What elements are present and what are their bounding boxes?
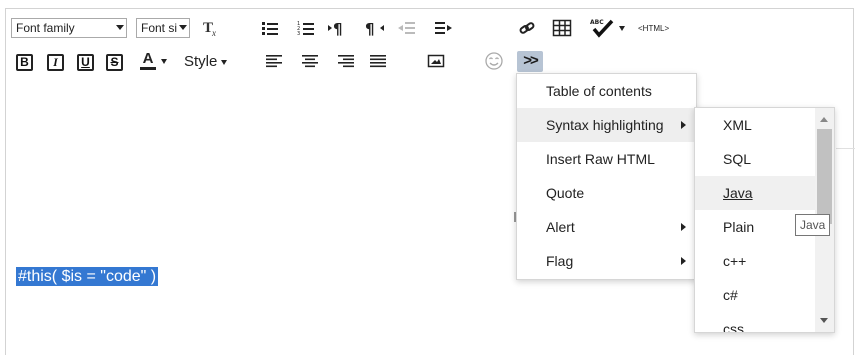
rtl-paragraph-icon: ¶ (365, 20, 384, 37)
language-item-csharp[interactable]: c# (695, 278, 815, 312)
font-family-value: Font family (16, 21, 75, 35)
chevron-down-icon (221, 59, 228, 65)
rtl-direction-button[interactable]: ¶ (363, 16, 387, 40)
chevron-down-icon (116, 25, 124, 30)
clear-formatting-button[interactable]: T x (199, 16, 223, 40)
align-left-button[interactable] (262, 49, 286, 73)
table-button[interactable] (550, 16, 574, 40)
divider (836, 148, 855, 149)
ltr-direction-button[interactable]: ¶ (326, 16, 350, 40)
language-item-java[interactable]: Java (695, 176, 815, 210)
smiley-icon (485, 52, 503, 70)
numbered-list-button[interactable]: 1 2 3 (294, 16, 318, 40)
outdent-button[interactable] (395, 16, 419, 40)
insert-image-button[interactable] (424, 49, 448, 73)
scroll-down-icon[interactable] (820, 318, 828, 323)
align-center-button[interactable] (298, 49, 322, 73)
align-center-icon (302, 55, 318, 68)
spellcheck-icon: ABC (590, 19, 614, 38)
toolbar-row-1: Font family Font si T x 1 2 3 ¶ ¶ ABC <H… (6, 14, 853, 42)
underline-button[interactable]: U (77, 54, 94, 71)
scroll-up-icon[interactable] (820, 117, 828, 122)
table-icon (552, 19, 572, 37)
numbered-list-icon: 1 2 3 (297, 21, 314, 37)
chevron-right-icon (681, 121, 686, 129)
spellcheck-dropdown-button[interactable] (616, 16, 628, 40)
link-button[interactable] (515, 16, 539, 40)
chevron-down-icon (619, 20, 625, 37)
selected-text[interactable]: #this( $is = "code" ) (16, 267, 159, 286)
menu-item-label: Alert (546, 219, 575, 235)
ltr-paragraph-icon: ¶ (328, 20, 343, 37)
svg-text:¶: ¶ (333, 20, 343, 37)
language-item-cpp[interactable]: c++ (695, 244, 815, 278)
menu-item-flag[interactable]: Flag (517, 244, 696, 278)
chevron-down-icon (179, 25, 187, 30)
menu-item-label: Syntax highlighting (546, 117, 664, 133)
indent-icon (435, 22, 452, 34)
italic-button[interactable]: I (47, 54, 64, 71)
menu-item-label: Table of contents (546, 83, 652, 99)
style-dropdown[interactable]: Style (184, 53, 228, 70)
align-left-icon (266, 55, 282, 68)
menu-item-alert[interactable]: Alert (517, 210, 696, 244)
font-color-icon: A (142, 50, 154, 67)
align-right-button[interactable] (334, 49, 358, 73)
font-color-dropdown-button[interactable] (159, 49, 169, 73)
svg-text:ABC: ABC (590, 19, 604, 26)
strikethrough-button[interactable]: S (106, 54, 123, 71)
tooltip: Java (795, 214, 831, 236)
svg-text:x: x (211, 28, 216, 38)
indent-button[interactable] (431, 16, 455, 40)
svg-text:3: 3 (297, 31, 300, 37)
emoji-button[interactable] (482, 49, 506, 73)
chevron-down-icon (161, 58, 167, 64)
spellcheck-button[interactable]: ABC (587, 16, 617, 40)
more-tools-button[interactable]: >> (517, 51, 543, 72)
bulleted-list-icon (262, 22, 278, 35)
bold-button[interactable]: B (16, 54, 33, 71)
menu-item-syntax-highlighting[interactable]: Syntax highlighting (517, 108, 696, 142)
chevron-right-icon (681, 257, 686, 265)
chevron-right-icon (681, 223, 686, 231)
menu-item-insert-raw-html[interactable]: Insert Raw HTML (517, 142, 696, 176)
more-tools-menu: Table of contents Syntax highlighting In… (516, 73, 697, 280)
clear-formatting-icon: T x (203, 20, 216, 38)
font-color-button[interactable]: A (137, 49, 159, 73)
scroll-thumb[interactable] (817, 129, 832, 224)
font-size-value: Font si (141, 21, 178, 35)
menu-item-table-of-contents[interactable]: Table of contents (517, 74, 696, 108)
toolbar-row-2: B I U S A Style >> (6, 47, 853, 75)
svg-text:¶: ¶ (365, 20, 375, 37)
link-icon (519, 22, 535, 34)
font-color-swatch (140, 67, 156, 70)
justify-icon (370, 55, 386, 68)
outdent-icon (398, 22, 415, 34)
language-item-sql[interactable]: SQL (695, 142, 815, 176)
font-family-select[interactable]: Font family (11, 18, 127, 38)
font-size-select[interactable]: Font si (136, 18, 190, 38)
source-html-button[interactable]: <HTML> (638, 24, 669, 33)
image-icon (427, 54, 445, 68)
bulleted-list-button[interactable] (258, 16, 282, 40)
align-right-icon (338, 55, 354, 68)
style-label: Style (184, 53, 218, 70)
menu-item-quote[interactable]: Quote (517, 176, 696, 210)
language-item-css[interactable]: css (695, 312, 815, 332)
menu-item-label: Flag (546, 253, 574, 269)
language-item-xml[interactable]: XML (695, 108, 815, 142)
menu-item-label: Quote (546, 185, 585, 201)
menu-item-label: Insert Raw HTML (546, 151, 655, 167)
justify-button[interactable] (366, 49, 390, 73)
